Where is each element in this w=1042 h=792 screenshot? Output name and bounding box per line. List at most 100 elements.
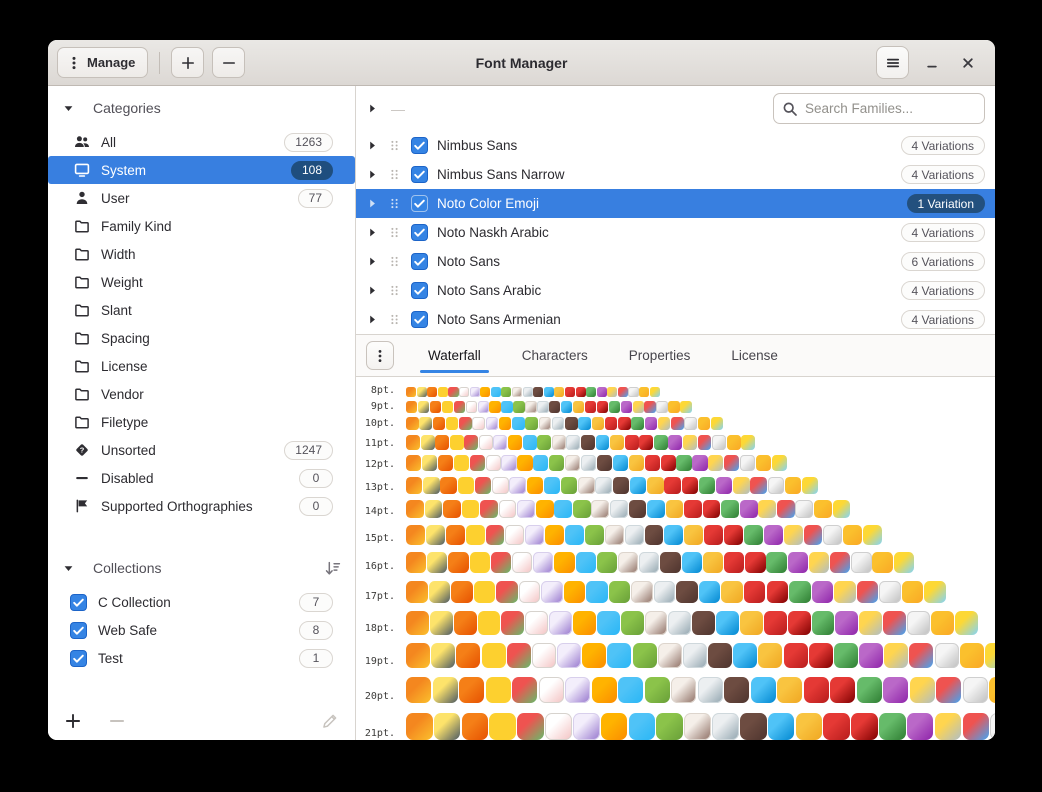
- categories-header-label: Categories: [93, 100, 161, 116]
- drag-handle-icon[interactable]: [388, 139, 401, 152]
- sidebar-item-vendor[interactable]: Vendor: [48, 380, 355, 408]
- row-expander-icon[interactable]: [366, 284, 379, 297]
- row-expander-icon[interactable]: [366, 168, 379, 181]
- emoji-eight-spoked-asterisk: ✳: [621, 611, 644, 635]
- categories-header[interactable]: Categories: [62, 94, 341, 122]
- font-row[interactable]: Noto Sans Arabic4 Variations: [356, 276, 995, 305]
- emoji-camera-with-flash: 📸: [417, 387, 427, 397]
- sidebar-item-all[interactable]: All1263: [48, 128, 355, 156]
- font-name: Noto Color Emoji: [437, 196, 907, 211]
- row-expander-icon[interactable]: [366, 139, 379, 152]
- sidebar-item-license[interactable]: License: [48, 352, 355, 380]
- add-collection-button[interactable]: [64, 712, 82, 730]
- emoji-fire: 🔥: [406, 417, 419, 430]
- sidebar-item-system[interactable]: System108: [48, 156, 355, 184]
- sidebar-item-unsorted[interactable]: ?Unsorted1247: [48, 436, 355, 464]
- emoji-index-pointing-up: ☝: [785, 477, 801, 494]
- collection-item-web-safe[interactable]: Web Safe8: [48, 616, 355, 644]
- drag-handle-icon[interactable]: [388, 197, 401, 210]
- sidebar-item-disabled[interactable]: Disabled0: [48, 464, 355, 492]
- collections-header[interactable]: Collections: [62, 554, 341, 582]
- count-badge: 8: [299, 621, 333, 640]
- manage-button[interactable]: Manage: [57, 47, 148, 78]
- font-checkbox[interactable]: [411, 166, 428, 183]
- sidebar-item-slant[interactable]: Slant: [48, 296, 355, 324]
- tab-waterfall[interactable]: Waterfall: [426, 335, 483, 376]
- sidebar-item-supported-orthographies[interactable]: Supported Orthographies0: [48, 492, 355, 520]
- emoji-flag-japan: 🇯🇵: [492, 477, 508, 494]
- search-input[interactable]: [805, 101, 976, 116]
- diamond-question-icon: ?: [74, 442, 90, 458]
- row-expander-icon[interactable]: [366, 313, 379, 326]
- emoji-leg: 🦵: [796, 713, 823, 740]
- collection-checkbox[interactable]: [70, 594, 87, 611]
- emoji-yellow-heart: 💛: [466, 525, 485, 545]
- sidebar-item-family-kind[interactable]: Family Kind: [48, 212, 355, 240]
- app-menu-button[interactable]: [876, 46, 909, 79]
- collection-checkbox[interactable]: [70, 650, 87, 667]
- emoji-drooling-face: 🤤: [650, 387, 660, 397]
- font-row[interactable]: Noto Sans6 Variations: [356, 247, 995, 276]
- emoji-camera-with-flash: 📸: [419, 417, 432, 430]
- sort-icon[interactable]: [324, 560, 341, 577]
- drag-handle-icon[interactable]: [388, 255, 401, 268]
- preview-menu-button[interactable]: [366, 341, 394, 370]
- font-row[interactable]: Nimbus Sans4 Variations: [356, 131, 995, 160]
- font-checkbox[interactable]: [411, 253, 428, 270]
- font-row[interactable]: Noto Color Emoji1 Variation: [356, 189, 995, 218]
- waterfall-row-15pt: 15pt.🔥📸🎃💛🎢🇯🇵🎠♋🇩✳🐶🏛🦬🩳🦵👹🐞🐉👿🤴🌈®☝🤤: [356, 519, 995, 545]
- remove-collection-button[interactable]: [108, 712, 126, 730]
- search-box[interactable]: [773, 93, 985, 124]
- close-button[interactable]: [955, 50, 981, 76]
- waterfall-row-20pt: 20pt.🔥📸🎃💛🎢🇯🇵🎠♋🇩✳🐶🏛🦬🩳🦵👹🐞🐉👿🤴🌈®☝🤤: [356, 669, 995, 704]
- remove-fonts-button[interactable]: [212, 47, 245, 78]
- waterfall-sample-line: 🔥📸🎃💛🎢🇯🇵🎠♋🇩✳🐶🏛🦬🩳🦵👹🐞🐉👿🤴🌈®☝🤤: [403, 385, 995, 398]
- emoji-leg: 🦵: [684, 525, 703, 545]
- sidebar-item-user[interactable]: User77: [48, 184, 355, 212]
- emoji-registered-sign: ®: [740, 455, 755, 471]
- emoji-bison: 🦬: [740, 713, 767, 740]
- sidebar-item-weight[interactable]: Weight: [48, 268, 355, 296]
- add-fonts-button[interactable]: [171, 47, 204, 78]
- font-row[interactable]: Noto Naskh Arabic4 Variations: [356, 218, 995, 247]
- sidebar-item-width[interactable]: Width: [48, 240, 355, 268]
- emoji-yellow-heart: 💛: [450, 435, 464, 449]
- sidebar-item-filetype[interactable]: Filetype: [48, 408, 355, 436]
- drag-handle-icon[interactable]: [388, 313, 401, 326]
- font-checkbox[interactable]: [411, 137, 428, 154]
- sidebar-item-label: System: [101, 163, 291, 178]
- collection-checkbox[interactable]: [70, 622, 87, 639]
- tab-characters[interactable]: Characters: [520, 335, 590, 376]
- drag-handle-icon[interactable]: [388, 226, 401, 239]
- drag-handle-icon[interactable]: [388, 284, 401, 297]
- font-row[interactable]: Noto Sans Armenian4 Variations: [356, 305, 995, 334]
- font-checkbox[interactable]: [411, 224, 428, 241]
- emoji-angry-face-with-horns: 👿: [621, 401, 632, 413]
- sidebar-item-spacing[interactable]: Spacing: [48, 324, 355, 352]
- emoji-angry-face-with-horns: 👿: [668, 435, 682, 449]
- font-checkbox[interactable]: [411, 311, 428, 328]
- row-expander-icon[interactable]: [366, 197, 379, 210]
- row-expander-icon[interactable]: [366, 255, 379, 268]
- expand-all-icon[interactable]: [366, 102, 379, 115]
- emoji-leg: 🦵: [610, 435, 624, 449]
- minimize-button[interactable]: [919, 50, 945, 76]
- drag-handle-icon[interactable]: [388, 168, 401, 181]
- row-expander-icon[interactable]: [366, 226, 379, 239]
- edit-collection-button[interactable]: [321, 712, 339, 730]
- emoji-bison: 🦬: [549, 401, 560, 413]
- emoji-dragon: 🐉: [609, 401, 620, 413]
- emoji-eight-spoked-asterisk: ✳: [597, 552, 617, 573]
- collection-item-test[interactable]: Test1: [48, 644, 355, 672]
- font-checkbox[interactable]: [411, 195, 428, 212]
- tab-properties[interactable]: Properties: [627, 335, 693, 376]
- font-checkbox[interactable]: [411, 282, 428, 299]
- tab-license[interactable]: License: [729, 335, 780, 376]
- titlebar[interactable]: Manage Font Manager: [48, 40, 995, 86]
- collection-item-c-collection[interactable]: C Collection7: [48, 588, 355, 616]
- emoji-eight-spoked-asterisk: ✳: [585, 525, 604, 545]
- emoji-ogre: 👹: [764, 611, 787, 635]
- count-badge: 108: [291, 161, 333, 180]
- font-row[interactable]: Nimbus Sans Narrow4 Variations: [356, 160, 995, 189]
- waterfall-preview[interactable]: 8pt.🔥📸🎃💛🎢🇯🇵🎠♋🇩✳🐶🏛🦬🩳🦵👹🐞🐉👿🤴🌈®☝🤤9pt.🔥📸🎃💛🎢🇯🇵…: [356, 377, 995, 740]
